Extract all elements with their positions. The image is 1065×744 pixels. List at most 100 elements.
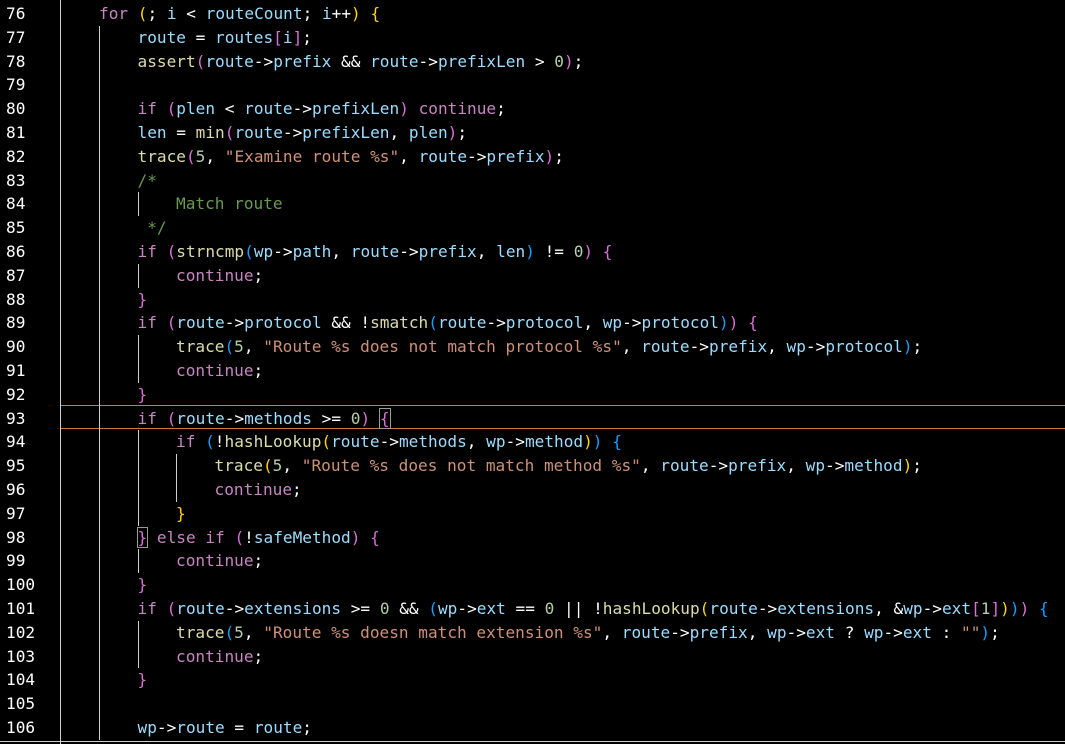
code-token: route <box>641 337 690 357</box>
code-text[interactable]: if (strncmp(wp->path, route->prefix, len… <box>138 240 613 264</box>
code-token: , <box>389 123 409 142</box>
code-token: ( <box>428 313 438 333</box>
code-line[interactable]: 89 if (route->protocol && !smatch(route->… <box>0 311 1065 335</box>
code-text[interactable]: Match route <box>176 192 283 216</box>
code-text[interactable]: trace(5, "Examine route %s", route->pref… <box>138 145 564 169</box>
code-line[interactable]: 79 <box>0 73 1065 97</box>
code-token: 0 <box>350 408 361 428</box>
code-token: "Examine route %s" <box>224 146 400 166</box>
code-line[interactable]: 91 continue; <box>0 359 1065 383</box>
code-token: ; <box>302 27 312 47</box>
code-token: ; <box>147 4 167 23</box>
code-line[interactable]: 85 */ <box>0 216 1065 240</box>
code-text[interactable]: continue; <box>176 549 263 573</box>
code-line[interactable]: 83 /* <box>0 169 1065 193</box>
code-text[interactable]: for (; i < routeCount; i++) { <box>99 2 380 26</box>
code-text[interactable]: */ <box>138 216 166 240</box>
code-token: route <box>437 313 487 333</box>
code-token: ( <box>321 432 332 452</box>
code-line[interactable]: 104} <box>0 668 1065 692</box>
code-line[interactable]: 80 if (plen < route->prefixLen) continue; <box>0 97 1065 121</box>
line-number: 105 <box>6 694 36 714</box>
code-line[interactable]: 96 continue; <box>0 478 1065 502</box>
code-line[interactable]: 88} <box>0 288 1065 312</box>
code-line[interactable]: 92} <box>0 383 1065 407</box>
code-editor[interactable]: 76 for (; i < routeCount; i++) {77 route =… <box>0 0 1065 744</box>
code-token: ( <box>262 456 273 476</box>
code-line[interactable]: 95 trace(5, "Route %s does not match meth… <box>0 454 1065 478</box>
code-text[interactable]: continue; <box>176 645 263 669</box>
code-text[interactable]: } <box>138 288 148 312</box>
code-token: Match route <box>176 194 283 214</box>
code-line[interactable]: 81 len = min(route->prefixLen, plen); <box>0 121 1065 145</box>
code-token: extensions <box>777 599 875 618</box>
code-line[interactable]: 100} <box>0 573 1065 597</box>
code-text[interactable]: wp->route = route; <box>138 716 312 740</box>
code-text[interactable]: /* <box>138 169 157 193</box>
code-line[interactable]: 76 for (; i < routeCount; i++) { <box>0 2 1065 26</box>
code-text[interactable]: if (route->extensions >= 0 && (wp->ext =… <box>138 597 1049 621</box>
code-line[interactable]: 77 route = routes[i]; <box>0 26 1065 50</box>
code-token: plen <box>408 123 448 142</box>
code-token: { <box>370 527 380 547</box>
code-token: -> <box>467 146 487 166</box>
code-text[interactable]: continue; <box>176 359 263 383</box>
code-token: i <box>166 4 177 23</box>
code-text[interactable]: if (plen < route->prefixLen) continue; <box>138 97 506 121</box>
code-text[interactable]: trace(5, "Route %s does not match protoc… <box>176 335 922 359</box>
code-token: wp <box>786 337 806 357</box>
code-token: -> <box>689 337 709 357</box>
code-text[interactable]: trace(5, "Route %s doesn match extension… <box>176 621 1000 645</box>
code-text[interactable]: } <box>176 502 186 526</box>
code-text[interactable]: trace(5, "Route %s does not match method… <box>215 454 922 478</box>
code-text[interactable]: if (route->methods >= 0) { <box>138 407 391 431</box>
line-number: 80 <box>6 99 26 119</box>
code-line[interactable]: 87 continue; <box>0 264 1065 288</box>
code-text[interactable]: len = min(route->prefixLen, plen); <box>138 121 468 145</box>
code-text[interactable]: if (!hashLookup(route->methods, wp->meth… <box>176 430 622 454</box>
line-number: 94 <box>6 432 26 452</box>
line-number: 83 <box>6 170 26 190</box>
line-number: 91 <box>6 361 26 380</box>
code-token: ) <box>583 432 593 452</box>
code-token: route <box>709 599 758 618</box>
code-token: wp <box>864 622 884 642</box>
code-line[interactable]: 102 trace(5, "Route %s doesn match extens… <box>0 621 1065 645</box>
code-token: routeCount <box>205 4 303 23</box>
code-line[interactable]: 101 if (route->extensions >= 0 && (wp->ex… <box>0 597 1065 621</box>
code-line[interactable]: 98} else if (!safeMethod) { <box>0 526 1065 550</box>
code-line[interactable]: 97} <box>0 502 1065 526</box>
code-token: && <box>331 51 371 71</box>
code-token: -> <box>273 242 293 261</box>
code-token: route <box>370 51 419 71</box>
code-text[interactable]: } <box>138 573 148 597</box>
code-text[interactable]: } else if (!safeMethod) { <box>136 526 380 550</box>
code-text[interactable]: if (route->protocol && !smatch(route->pr… <box>138 311 758 335</box>
code-token: 5 <box>234 337 244 357</box>
code-line[interactable]: 94 if (!hashLookup(route->methods, wp->me… <box>0 430 1065 454</box>
code-line[interactable]: 103 continue; <box>0 645 1065 669</box>
line-number: 104 <box>6 670 36 690</box>
code-line[interactable]: 78 assert(route->prefix && route->prefixL… <box>0 50 1065 74</box>
code-line[interactable]: 84 Match route <box>0 192 1065 216</box>
code-line[interactable]: 106 wp->route = route; <box>0 716 1065 740</box>
code-text[interactable]: assert(route->prefix && route->prefixLen… <box>138 50 584 74</box>
code-token: ++ <box>331 4 352 23</box>
code-text[interactable]: } <box>138 668 148 692</box>
indent-guide <box>137 430 139 526</box>
code-line[interactable]: 93 if (route->methods >= 0) { <box>0 407 1065 431</box>
code-token: -> <box>292 99 312 119</box>
code-line[interactable]: 99 continue; <box>0 549 1065 573</box>
code-text[interactable]: continue; <box>215 478 302 502</box>
code-text[interactable]: route = routes[i]; <box>138 26 312 50</box>
code-line[interactable]: 82 trace(5, "Examine route %s", route->pr… <box>0 145 1065 169</box>
code-token: -> <box>505 432 525 452</box>
code-token: ; <box>292 480 302 499</box>
code-line[interactable]: 105 <box>0 692 1065 716</box>
code-token: hashLookup <box>602 599 700 618</box>
code-line[interactable]: 86 if (strncmp(wp->path, route->prefix, l… <box>0 240 1065 264</box>
code-text[interactable]: continue; <box>176 264 263 288</box>
code-line[interactable]: 90 trace(5, "Route %s does not match prot… <box>0 335 1065 359</box>
code-text[interactable]: } <box>138 383 148 407</box>
